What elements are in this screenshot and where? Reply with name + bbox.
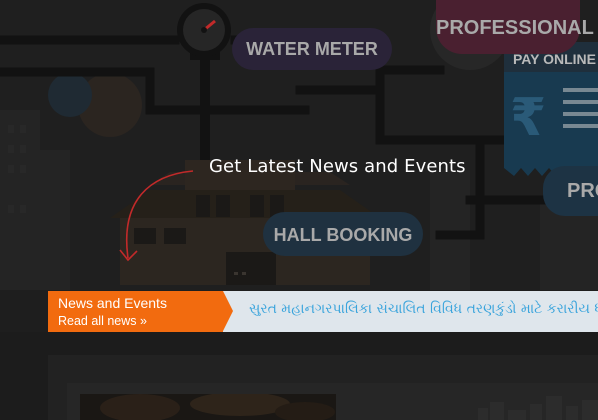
water-meter-tag: WATER METER bbox=[232, 28, 392, 70]
hero-banner: ₹ WATER METER PROFESSIONAL PAY ONLINE T … bbox=[0, 0, 598, 290]
news-ticker: News and Events Read all news » સુરત મહા… bbox=[48, 291, 598, 332]
ticker-label: News and Events Read all news » bbox=[48, 291, 223, 332]
pay-online-tag: PAY ONLINE T bbox=[513, 51, 598, 67]
hero-title: Get Latest News and Events bbox=[209, 156, 466, 177]
hall-booking-tag: HALL BOOKING bbox=[263, 212, 423, 256]
skyline-decoration bbox=[478, 396, 598, 420]
read-all-news-link[interactable]: Read all news » bbox=[58, 314, 147, 328]
thumbnail-art bbox=[80, 394, 336, 420]
professional-tag: PROFESSIONAL bbox=[436, 0, 594, 54]
ticker-arrow bbox=[223, 291, 233, 331]
ticker-headline-link[interactable]: સુરત મહાનગરપાલિકા સંચાલિત વિવિધ તરણકુંડો… bbox=[249, 301, 598, 317]
news-thumbnail-image[interactable] bbox=[80, 394, 336, 420]
rupee-icon: ₹ bbox=[510, 88, 546, 148]
page: ₹ WATER METER PROFESSIONAL PAY ONLINE T … bbox=[0, 0, 598, 420]
ticker-marquee: સુરત મહાનગરપાલિકા સંચાલિત વિવિધ તરણકુંડો… bbox=[223, 291, 598, 332]
ticker-title: News and Events bbox=[58, 295, 167, 311]
pro-tag: PRO bbox=[543, 166, 598, 216]
